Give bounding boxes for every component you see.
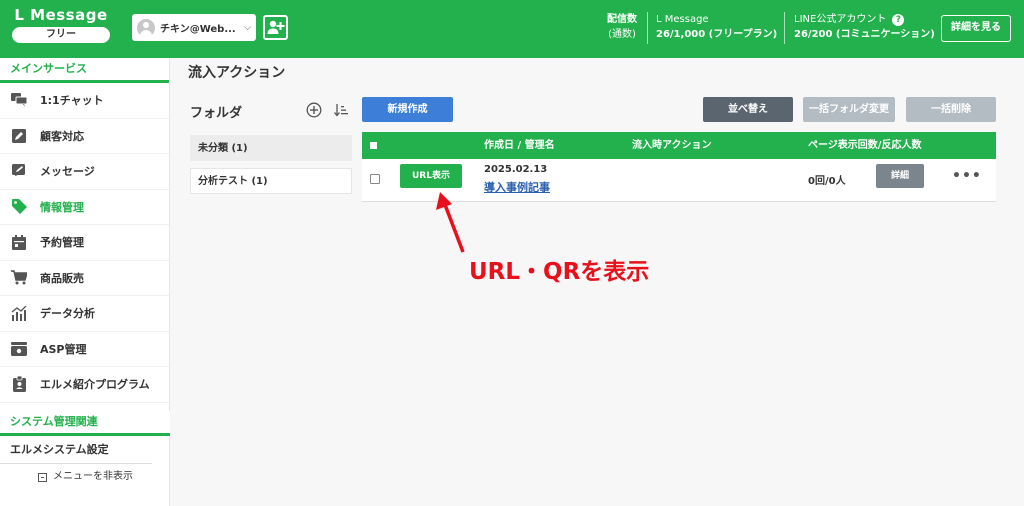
sidebar-item-asp-management[interactable]: ASP管理	[0, 332, 169, 367]
sidebar-item-info-management[interactable]: 情報管理	[0, 190, 169, 225]
row-detail-button[interactable]: 詳細	[876, 164, 924, 188]
sidebar-item-label: エルメ紹介プログラム	[40, 378, 150, 392]
stat-sub: 26/1,000 (フリープラン)	[656, 29, 778, 40]
top-header: L Message フリー チキン@Web... ⌵ 配信数 (通数) L Me…	[0, 0, 1024, 58]
calendar-icon	[10, 233, 28, 251]
add-folder-button[interactable]	[306, 102, 322, 118]
table-header: 作成日 / 管理名 流入時アクション ページ表示回数/反応人数	[362, 132, 996, 159]
sidebar-item-message[interactable]: メッセージ	[0, 154, 169, 190]
hide-menu-button[interactable]: メニューを非表示	[0, 464, 170, 490]
tag-icon	[10, 198, 28, 216]
sidebar-item-chat[interactable]: 1:1チャット	[0, 83, 169, 119]
divider	[647, 12, 648, 44]
line-official-stat: LINE公式アカウント? 26/200 (コミュニケーション)	[794, 12, 935, 42]
sidebar-item-referral-program[interactable]: エルメ紹介プログラム	[0, 367, 169, 403]
cart-icon	[10, 269, 28, 287]
stat-sub: 26/200 (コミュニケーション)	[794, 29, 935, 40]
sidebar-item-system-settings[interactable]: エルメシステム設定	[0, 436, 152, 464]
annotation-arrow	[436, 192, 465, 253]
more-options-icon[interactable]: •••	[952, 168, 982, 184]
stat-sub: (通数)	[608, 29, 636, 40]
logo-title: L Message	[14, 6, 108, 24]
badge-icon	[10, 375, 28, 393]
view-details-button[interactable]: 詳細を見る	[941, 15, 1011, 42]
column-header: ページ表示回数/反応人数	[808, 140, 922, 151]
avatar	[137, 18, 155, 37]
stat-label: L Message	[656, 14, 709, 25]
sidebar-item-label: 1:1チャット	[40, 94, 104, 108]
sidebar-item-customer-support[interactable]: 顧客対応	[0, 119, 169, 154]
delivery-count-stat: 配信数 (通数)	[607, 12, 637, 42]
system-section: システム管理関連 エルメシステム設定 メニューを非表示	[0, 411, 170, 490]
plan-badge: フリー	[12, 27, 110, 43]
edit-square-icon	[10, 127, 28, 145]
add-account-button[interactable]	[263, 15, 288, 40]
chat-icon	[10, 91, 28, 109]
account-selector[interactable]: チキン@Web... ⌵	[132, 14, 256, 41]
page-title: 流入アクション	[188, 65, 286, 81]
create-new-button[interactable]: 新規作成	[362, 97, 453, 122]
sidebar-item-label: 予約管理	[40, 236, 84, 250]
lmessage-stat: L Message 26/1,000 (フリープラン)	[656, 12, 777, 42]
folder-item-uncategorized[interactable]: 未分類 (1)	[190, 135, 352, 161]
chart-icon	[10, 304, 28, 322]
stat-label: 配信数	[607, 14, 637, 25]
sidebar-item-data-analysis[interactable]: データ分析	[0, 296, 169, 332]
sidebar-item-label: 商品販売	[40, 271, 84, 285]
select-all-checkbox[interactable]	[370, 142, 377, 149]
sort-icon	[334, 104, 348, 117]
management-name-link[interactable]: 導入事例記事	[484, 179, 550, 195]
url-display-button[interactable]: URL表示	[400, 164, 462, 188]
sidebar-item-label: ASP管理	[40, 342, 87, 356]
logo[interactable]: L Message フリー	[12, 6, 110, 43]
created-date: 2025.02.13	[484, 164, 548, 175]
sidebar-item-label: 情報管理	[40, 200, 84, 214]
sidebar-item-label: メッセージ	[40, 165, 95, 179]
sidebar-item-label: 顧客対応	[40, 129, 84, 143]
collapse-icon	[38, 472, 47, 482]
account-name: チキン@Web...	[160, 24, 236, 35]
reorder-button[interactable]: 並べ替え	[703, 97, 793, 122]
help-icon[interactable]: ?	[892, 14, 905, 26]
row-checkbox[interactable]	[370, 174, 380, 184]
bulk-folder-change-button[interactable]: 一括フォルダ変更	[803, 97, 895, 122]
page-views-count: 0回/0人	[808, 176, 846, 187]
sidebar-item-label: データ分析	[40, 307, 95, 321]
add-user-icon	[267, 20, 285, 34]
sidebar-item-product-sales[interactable]: 商品販売	[0, 261, 169, 296]
folder-item-analysis-test[interactable]: 分析テスト (1)	[190, 168, 352, 194]
message-edit-icon	[10, 162, 28, 180]
stat-label: LINE公式アカウント	[794, 14, 887, 25]
sort-folders-button[interactable]	[333, 102, 349, 118]
hide-menu-label: メニューを非表示	[53, 471, 133, 482]
plus-circle-icon	[306, 102, 322, 118]
sidebar-item-reservation[interactable]: 予約管理	[0, 225, 169, 261]
chevron-down-icon: ⌵	[244, 22, 251, 33]
bulk-delete-button[interactable]: 一括削除	[906, 97, 996, 122]
column-header[interactable]: 作成日 / 管理名	[484, 132, 555, 159]
sidebar: メインサービス 1:1チャット 顧客対応 メッセージ 情報管理 予約管理 商品販…	[0, 58, 170, 506]
annotation-text: URL・QRを表示	[469, 259, 650, 285]
column-header: 流入時アクション	[632, 140, 712, 151]
main-services-heading: メインサービス	[0, 58, 169, 80]
divider	[784, 12, 785, 44]
system-management-heading: システム管理関連	[0, 411, 170, 433]
wallet-icon	[10, 340, 28, 358]
folder-heading: フォルダ	[190, 106, 243, 121]
